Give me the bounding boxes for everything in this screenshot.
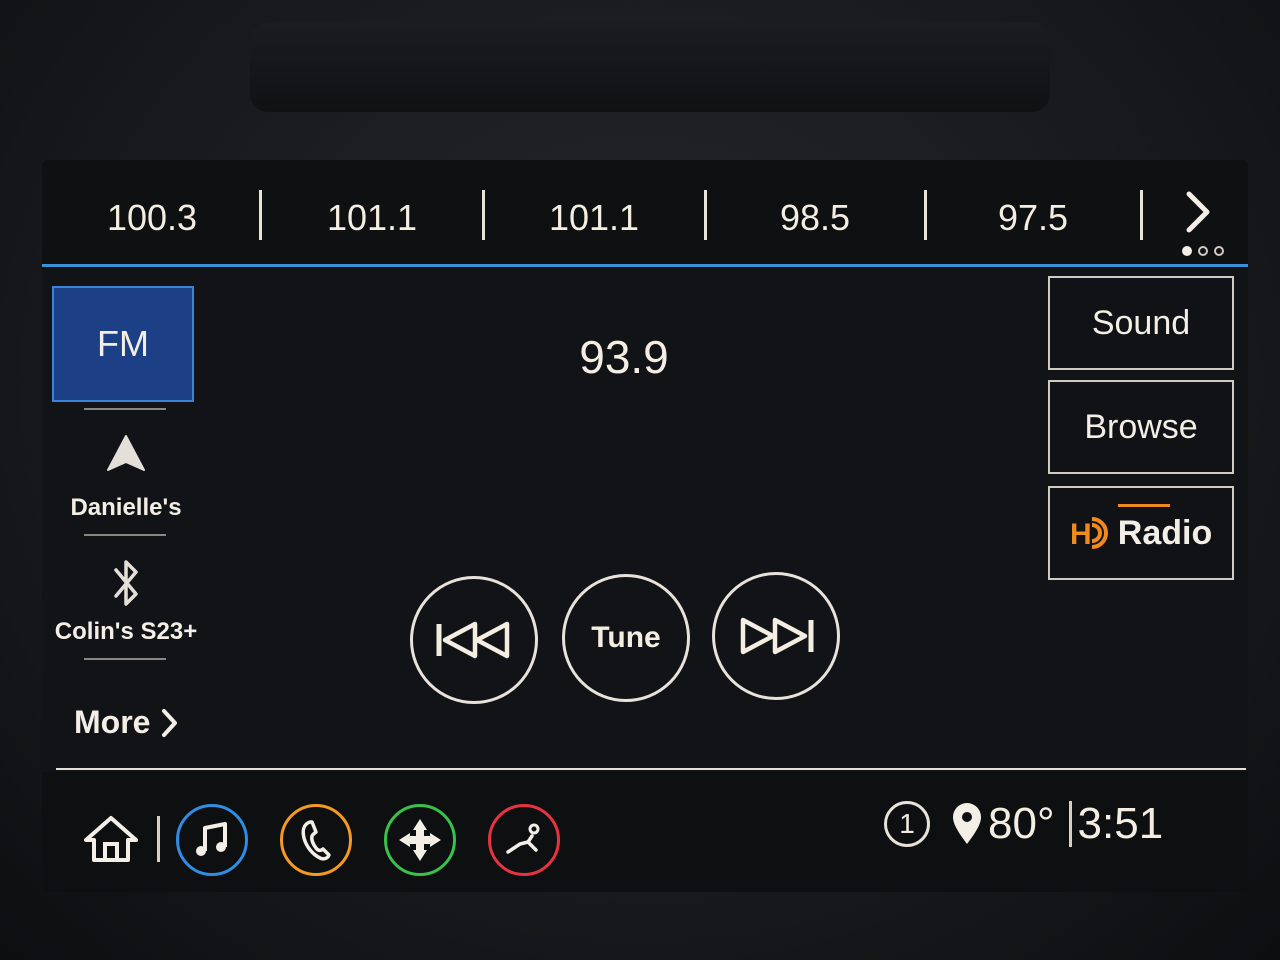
preset-bar: 100.3 101.1 101.1 98.5 97.5 — [42, 160, 1248, 268]
source-divider — [84, 534, 166, 536]
status-area: 1 80° 3:51 — [884, 796, 1163, 852]
hd-logo-icon: H — [1070, 517, 1108, 551]
preset-3[interactable]: 101.1 — [494, 190, 694, 246]
sound-button[interactable]: Sound — [1048, 276, 1234, 370]
hd-radio-logo: H Radio — [1070, 513, 1212, 553]
arrow-up-icon — [107, 435, 145, 471]
source-divider — [84, 658, 166, 660]
preset-2[interactable]: 101.1 — [272, 190, 472, 246]
navigation-icon — [399, 819, 441, 861]
skip-forward-icon — [740, 617, 814, 655]
more-sources-button[interactable]: More — [74, 704, 178, 741]
home-divider — [157, 816, 160, 862]
preset-next-button[interactable] — [1170, 184, 1226, 240]
preset-divider — [482, 190, 485, 240]
preset-divider — [704, 190, 707, 240]
navigation-app-button[interactable] — [384, 804, 456, 876]
page-dot — [1198, 246, 1208, 256]
info-notification-badge[interactable]: 1 — [884, 801, 930, 847]
audio-app-button[interactable] — [176, 804, 248, 876]
location-pin-icon — [953, 803, 981, 844]
seek-forward-button[interactable] — [712, 572, 840, 700]
music-note-icon — [196, 822, 227, 856]
clock: 3:51 — [1077, 799, 1164, 848]
tune-button[interactable]: Tune — [562, 574, 690, 702]
skip-back-icon — [436, 621, 510, 659]
preset-5[interactable]: 97.5 — [933, 190, 1133, 246]
page-dot — [1182, 246, 1192, 256]
home-icon — [84, 816, 138, 862]
source-divider — [84, 408, 166, 410]
chevron-right-icon — [1186, 191, 1210, 233]
seat-icon — [506, 823, 540, 854]
preset-divider-line — [42, 264, 1248, 267]
infotainment-screen: 100.3 101.1 101.1 98.5 97.5 FM Danielle'… — [42, 160, 1248, 892]
bluetooth-icon — [114, 560, 138, 606]
bezel-top-recess — [250, 22, 1050, 112]
vehicle-settings-button[interactable] — [488, 804, 560, 876]
preset-page-indicator — [1182, 246, 1224, 256]
source-device-1-label: Danielle's — [70, 494, 182, 521]
browse-button[interactable]: Browse — [1048, 380, 1234, 474]
page-dot — [1214, 246, 1224, 256]
source-fm-button[interactable]: FM — [52, 286, 194, 402]
chevron-right-icon — [162, 708, 178, 737]
hd-radio-label: Radio — [1117, 513, 1213, 552]
phone-app-button[interactable] — [280, 804, 352, 876]
preset-1[interactable]: 100.3 — [52, 190, 252, 246]
status-divider — [1068, 801, 1072, 847]
preset-divider — [924, 190, 927, 240]
preset-divider — [259, 190, 262, 240]
source-device-2-label: Colin's S23+ — [54, 618, 198, 645]
bottom-divider-line — [56, 768, 1246, 770]
preset-4[interactable]: 98.5 — [715, 190, 915, 246]
preset-divider — [1140, 190, 1143, 240]
current-station: 93.9 — [579, 331, 669, 383]
hd-radio-indicator — [1118, 504, 1170, 507]
seek-back-button[interactable] — [410, 576, 538, 704]
phone-icon — [301, 820, 331, 861]
hd-radio-button[interactable]: H Radio — [1048, 486, 1234, 580]
home-button[interactable] — [82, 814, 140, 869]
svg-text:H: H — [1070, 518, 1092, 551]
tune-label: Tune — [591, 621, 661, 654]
outside-temperature: 80° — [988, 799, 1055, 848]
more-label: More — [74, 704, 151, 740]
